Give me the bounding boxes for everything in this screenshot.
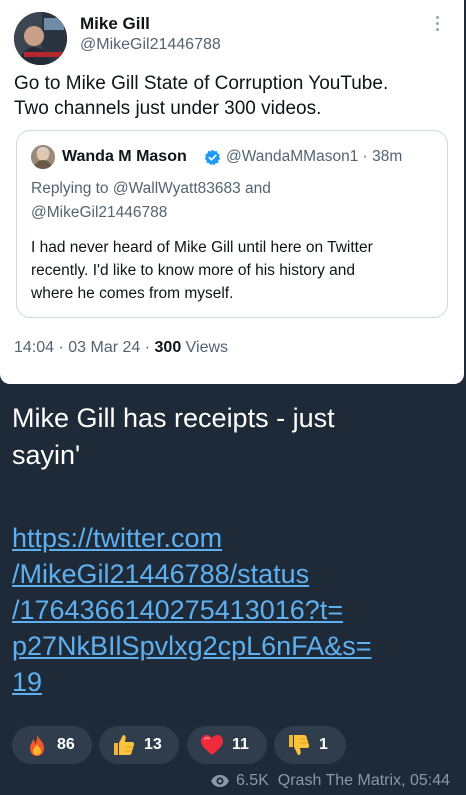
- author-handle[interactable]: @MikeGil21446788: [80, 36, 221, 54]
- message-text-line: sayin': [12, 440, 81, 470]
- message-link-line[interactable]: p27NkBIlSpvlxg2cpL6nFA&s=: [12, 628, 462, 664]
- heart-icon: [201, 735, 223, 755]
- replying-to-line: @MikeGil21446788: [31, 204, 168, 221]
- tweet-text-line: Two channels just under 300 videos.: [14, 98, 322, 119]
- tweet-text-line: Go to Mike Gill State of Corruption YouT…: [14, 73, 389, 94]
- replying-to-text: Replying to @WallWyatt83683 and @MikeGil…: [31, 177, 431, 225]
- quote-text: I had never heard of Mike Gill until her…: [31, 236, 441, 305]
- reaction-thumbs-up[interactable]: 13: [99, 726, 179, 764]
- message-link-line[interactable]: 19: [12, 664, 462, 700]
- quoted-tweet[interactable]: Wanda M Mason @WandaMMason1 · 38m Replyi…: [16, 130, 448, 318]
- reaction-fire[interactable]: 86: [12, 726, 92, 764]
- message-footer: 6.5K Qrash The Matrix, 05:44: [210, 772, 450, 790]
- eye-icon: [210, 775, 229, 787]
- quote-text-line: where he comes from myself.: [31, 285, 234, 302]
- thumbs-up-icon: [114, 735, 135, 755]
- fire-icon: [30, 734, 44, 756]
- quote-text-line: recently. I'd like to know more of his h…: [31, 262, 356, 279]
- author-avatar[interactable]: [14, 12, 67, 65]
- tweet-views-label: Views: [181, 339, 229, 356]
- message-text-line: Mike Gill has receipts - just: [12, 403, 335, 433]
- tweet-time: 14:04 · 03 Mar 24 ·: [14, 339, 155, 356]
- message-link-line[interactable]: https://twitter.com: [12, 520, 462, 556]
- verified-badge-icon: [204, 149, 221, 166]
- reaction-count: 13: [144, 736, 162, 753]
- author-name[interactable]: Mike Gill: [80, 14, 150, 34]
- reaction-heart[interactable]: 11: [187, 726, 267, 764]
- quote-author-handle: @WandaMMason1 · 38m: [226, 148, 403, 165]
- tweet-views-count: 300: [154, 339, 182, 356]
- tweet-screenshot[interactable]: Mike Gill @MikeGil21446788 Go to Mike Gi…: [0, 0, 464, 384]
- channel-and-time: Qrash The Matrix, 05:44: [277, 772, 450, 789]
- message-text: Mike Gill has receipts - just sayin': [12, 400, 452, 474]
- thumbs-down-icon: [289, 735, 310, 755]
- tweet-timestamp: 14:04 · 03 Mar 24 · 300 Views: [14, 339, 228, 357]
- quote-text-line: I had never heard of Mike Gill until her…: [31, 239, 373, 256]
- message-link-line[interactable]: /MikeGil21446788/status: [12, 556, 462, 592]
- view-count: 6.5K: [235, 772, 269, 789]
- more-options-icon[interactable]: [432, 16, 442, 36]
- quote-author-name: Wanda M Mason: [62, 148, 187, 165]
- quote-author-avatar: [31, 145, 55, 169]
- reaction-count: 1: [319, 736, 328, 753]
- reaction-thumbs-down[interactable]: 1: [274, 726, 346, 764]
- tweet-text: Go to Mike Gill State of Corruption YouT…: [14, 71, 454, 121]
- replying-to-line: Replying to @WallWyatt83683 and: [31, 180, 271, 197]
- reaction-count: 86: [57, 736, 75, 753]
- reaction-count: 11: [232, 736, 249, 753]
- message-link[interactable]: https://twitter.com /MikeGil21446788/sta…: [12, 520, 462, 700]
- message-link-line[interactable]: /1764366140275413016?t=: [12, 592, 462, 628]
